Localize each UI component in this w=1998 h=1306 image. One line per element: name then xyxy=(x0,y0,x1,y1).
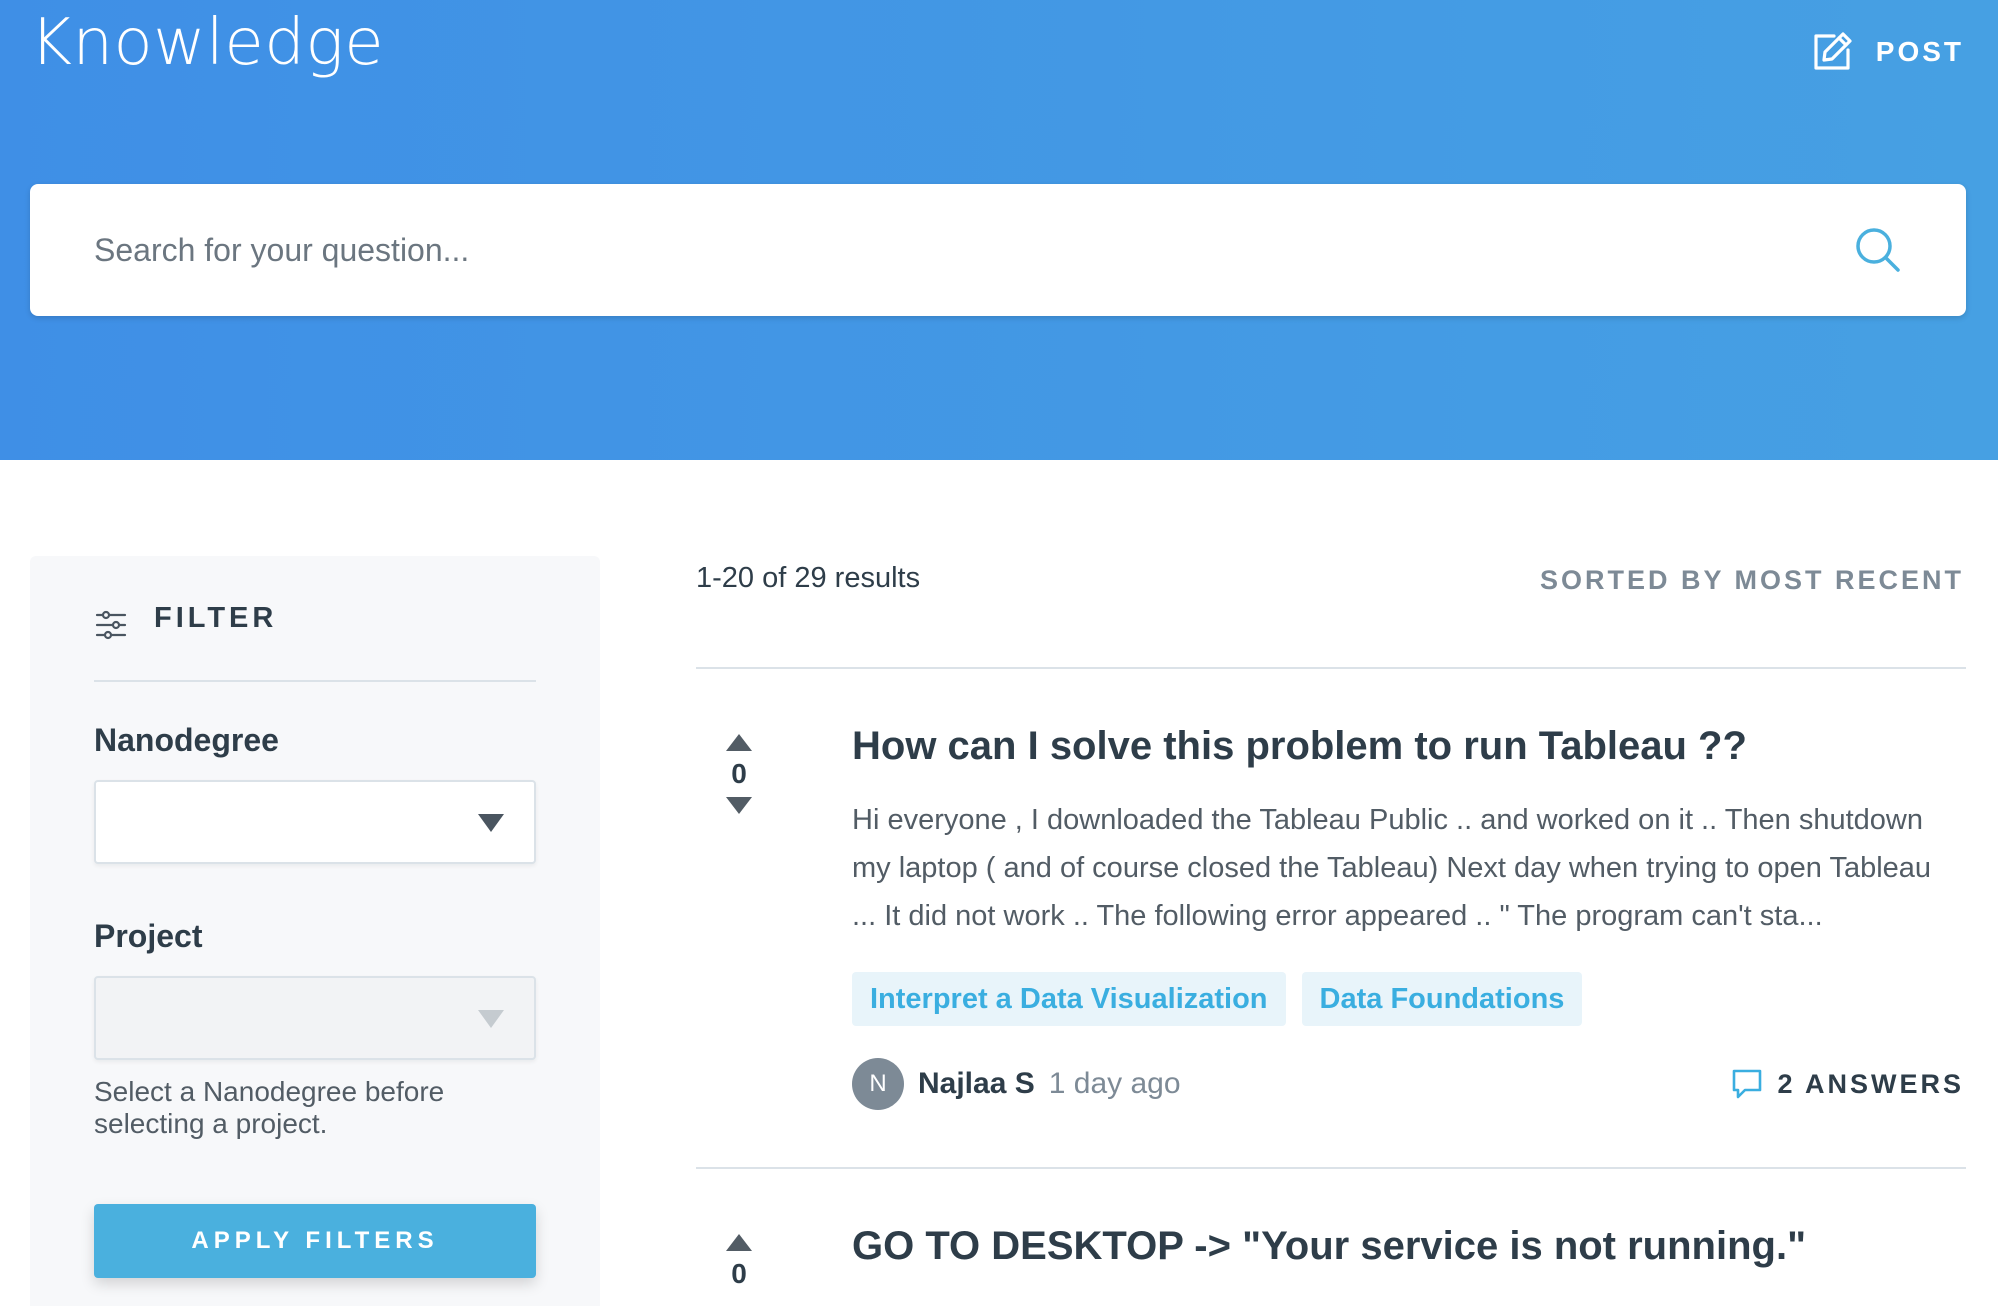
question-title[interactable]: How can I solve this problem to run Tabl… xyxy=(852,724,1747,769)
comment-icon xyxy=(1733,1069,1762,1099)
vote-count: 0 xyxy=(731,1258,747,1289)
project-help-text: Select a Nanodegree before selecting a p… xyxy=(94,1076,445,1139)
avatar[interactable]: N xyxy=(852,1058,904,1110)
vote-control: 0 xyxy=(720,734,758,814)
hero-header: Knowledge POST xyxy=(0,0,1998,460)
results-count: 1-20 of 29 results xyxy=(696,562,921,594)
filter-header: FILTER xyxy=(94,602,536,682)
brand-title: Knowledge xyxy=(30,6,385,80)
apply-filters-button[interactable]: APPLY FILTERS xyxy=(94,1204,536,1278)
vote-control: 0 xyxy=(720,1234,758,1297)
downvote-icon[interactable] xyxy=(726,797,752,814)
chevron-down-icon xyxy=(478,814,504,832)
author-name[interactable]: Najlaa S xyxy=(918,1067,1035,1101)
edit-icon xyxy=(1814,32,1852,70)
question-title[interactable]: GO TO DESKTOP -> "Your service is not ru… xyxy=(852,1224,1806,1269)
answers-link[interactable]: 2 ANSWERS xyxy=(1731,1068,1964,1100)
nanodegree-select[interactable] xyxy=(94,780,536,864)
sliders-icon xyxy=(95,610,127,640)
post-time: 1 day ago xyxy=(1048,1067,1181,1100)
post-label: POST xyxy=(1875,36,1964,67)
tag-list: Interpret a Data Visualization Data Foun… xyxy=(852,972,1583,1026)
project-label: Project xyxy=(94,918,203,954)
vote-count: 0 xyxy=(731,758,747,789)
question-excerpt: Hi everyone , I downloaded the Tableau P… xyxy=(852,804,1932,932)
nanodegree-label: Nanodegree xyxy=(94,722,279,758)
chevron-down-icon xyxy=(478,1010,504,1028)
upvote-icon[interactable] xyxy=(726,1234,752,1251)
search-box xyxy=(30,184,1966,316)
search-input[interactable] xyxy=(30,184,1854,316)
filter-sidebar: FILTER Nanodegree Project Select a Nanod… xyxy=(30,556,600,1306)
filter-title: FILTER xyxy=(154,602,278,634)
divider xyxy=(696,667,1966,669)
divider xyxy=(696,1167,1966,1169)
upvote-icon[interactable] xyxy=(726,734,752,751)
search-icon[interactable] xyxy=(1854,226,1902,274)
sort-dropdown[interactable]: SORTED BY MOST RECENT xyxy=(1540,565,1964,596)
post-button[interactable]: POST xyxy=(1810,26,1964,78)
tag[interactable]: Interpret a Data Visualization xyxy=(852,972,1286,1026)
project-select[interactable] xyxy=(94,976,536,1060)
question-meta: N Najlaa S 1 day ago xyxy=(852,1058,1181,1110)
answers-count: 2 ANSWERS xyxy=(1777,1068,1964,1099)
tag[interactable]: Data Foundations xyxy=(1301,972,1583,1026)
